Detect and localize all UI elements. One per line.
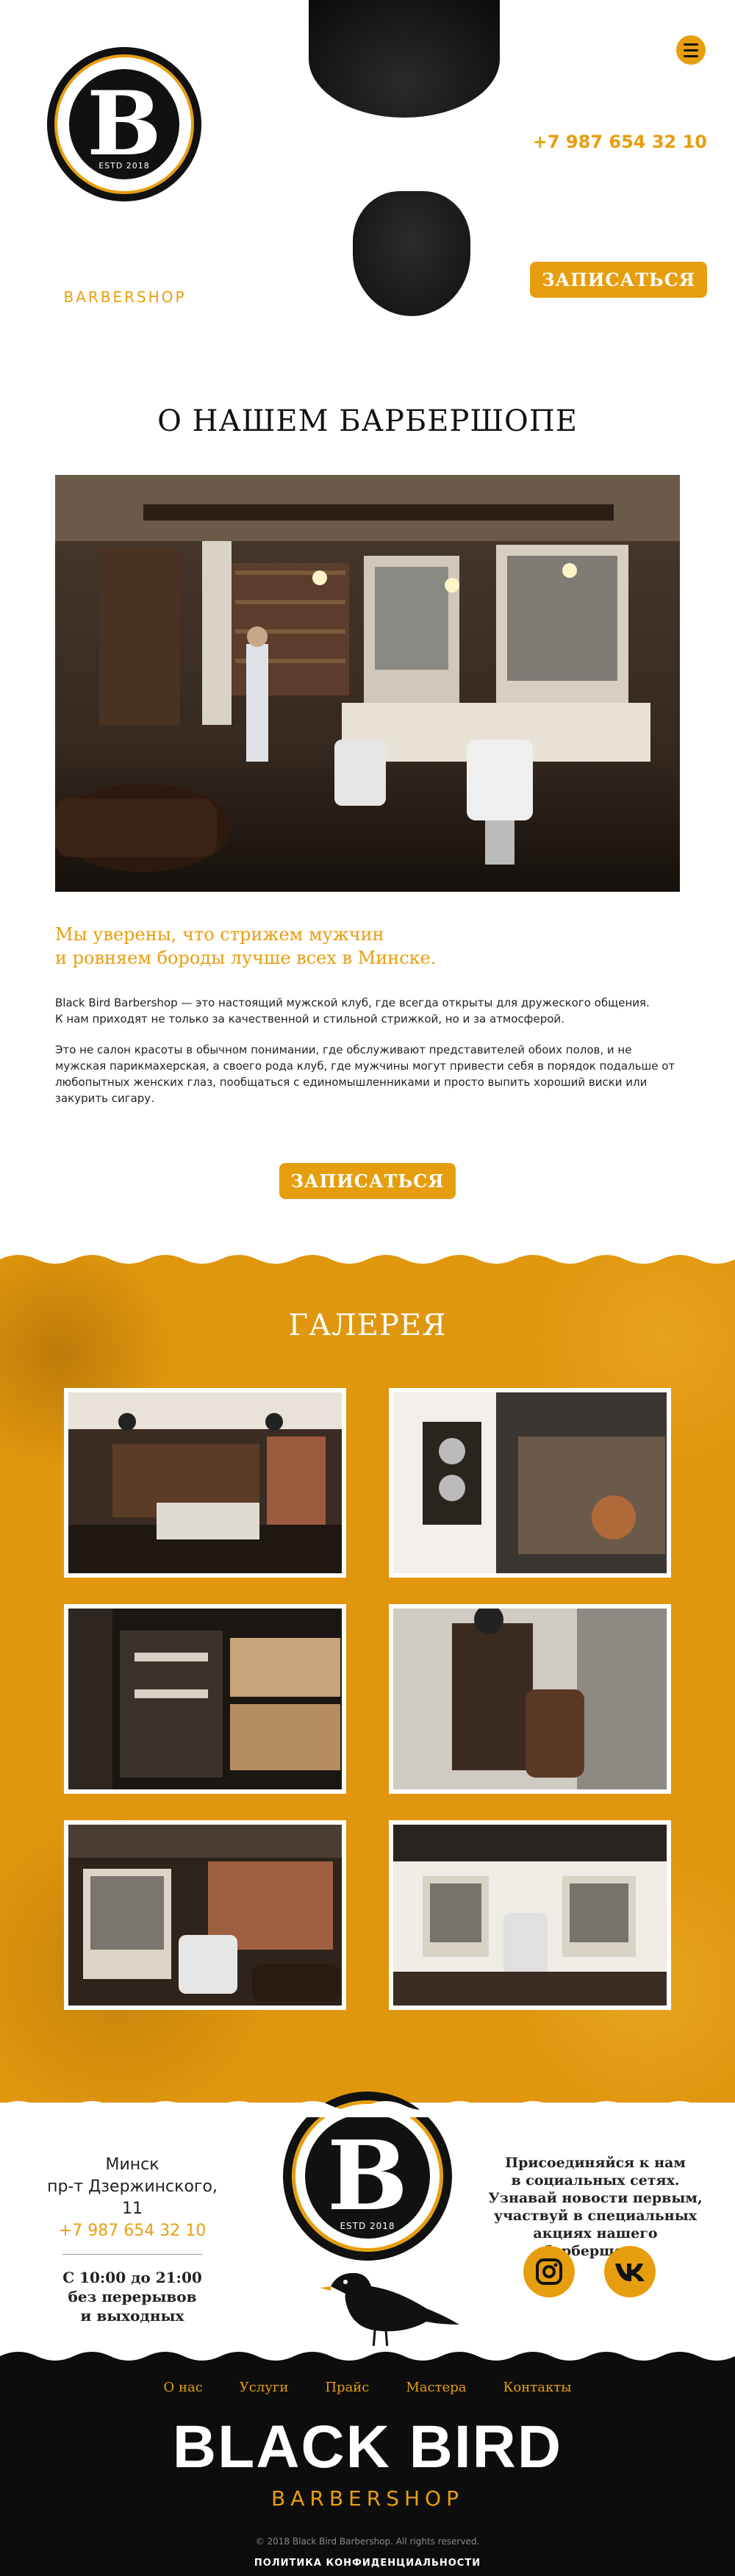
footer-logo-letter: B [327,2119,408,2232]
gallery-wave-bottom [0,2101,735,2117]
contact-divider [62,2254,202,2255]
about-book-button[interactable]: ЗАПИСАТЬСЯ [279,1163,456,1199]
gallery-photo-2-image [393,1392,667,1573]
footer-brand-title: BLACK BIRD [172,2414,563,2480]
hero-portrait-hair [309,0,500,118]
opening-hours-time: С 10:00 до 21:00 [62,2269,202,2286]
footer-nav-masters[interactable]: Мастера [406,2380,466,2395]
footer-logo-badge-inner: B ESTD 2018 [305,2114,430,2239]
social-invite-line-2: в социальных сетях. [511,2172,680,2189]
privacy-policy-link[interactable]: ПОЛИТИКА КОНФИДЕНЦИАЛЬНОСТИ [0,2558,735,2569]
footer-nav: О нас Услуги Прайс Мастера Контакты [0,2380,735,2395]
instagram-link[interactable] [523,2246,575,2297]
footer-nav-services[interactable]: Услуги [240,2380,289,2395]
about-lead: Мы уверены, что стрижем мужчин и ровняем… [55,923,680,970]
footer-nav-prices[interactable]: Прайс [325,2380,369,2395]
contact-phone-link[interactable]: +7 987 654 32 10 [44,2220,220,2242]
contact-city: Минск [105,2155,159,2174]
site-footer: О нас Услуги Прайс Мастера Контакты BLAC… [0,2346,735,2576]
opening-hours-note-2: и выходных [80,2307,184,2325]
gallery-photo-4[interactable] [389,1604,671,1794]
blackbird-icon [320,2272,459,2350]
hero-phone-link[interactable]: +7 987 654 32 10 [493,131,707,153]
contact-block: Минск пр-т Дзержинского, 11 +7 987 654 3… [44,2154,220,2325]
logo-estd: ESTD 2018 [98,161,150,171]
logo-title[interactable]: BLACK BIRD [37,198,213,293]
social-invite-line-1: Присоединяйся к нам [505,2155,686,2171]
gallery-photo-3-image [68,1609,342,1789]
about-text: Мы уверены, что стрижем мужчин и ровняем… [55,923,680,1121]
instagram-icon [536,2258,562,2285]
about-paragraph-1-line-1: Black Bird Barbershop — это настоящий му… [55,996,650,1009]
opening-hours-note-1: без перерывов [68,2288,197,2305]
gallery-photo-5[interactable] [64,1820,346,2010]
gallery-photo-1-image [68,1392,342,1573]
hero-wave-divider [0,343,735,360]
hamburger-icon-line [684,49,698,51]
menu-button[interactable] [676,35,706,65]
about-title: О НАШЕМ БАРБЕРШОПЕ [157,404,578,438]
about-paragraph-2: Это не салон красоты в обычном понимании… [55,1043,675,1105]
footer-nav-contacts[interactable]: Контакты [503,2380,571,2395]
gallery-photo-2[interactable] [389,1388,671,1578]
about-interior-photo [55,475,680,892]
gallery-photo-4-image [393,1609,667,1789]
logo-subtitle: BARBERSHOP [63,288,187,306]
social-links [523,2246,656,2297]
gallery-photo-5-image [68,1825,342,2006]
gallery-title: ГАЛЕРЕЯ [288,1309,447,1342]
hero-city: Минск [648,87,707,108]
about-paragraph-1: Black Bird Barbershop — это настоящий му… [55,995,680,1027]
footer-wave-top [0,2346,735,2361]
gallery-photo-6[interactable] [389,1820,671,2010]
logo-badge-inner: B ESTD 2018 [69,69,179,179]
hamburger-icon [684,43,698,46]
opening-hours: С 10:00 до 21:00 без перерывов и выходны… [44,2268,220,2325]
footer-logo-estd: ESTD 2018 [340,2221,395,2231]
vk-link[interactable] [604,2246,656,2297]
hero-address: пр-т Дзержинского, 11 [492,110,707,130]
about-lead-line-2: и ровняем бороды лучше всех в Минске. [55,948,437,968]
gallery-photo-1[interactable] [64,1388,346,1578]
logo-badge[interactable]: B ESTD 2018 [47,47,201,201]
gallery-photo-3[interactable] [64,1604,346,1794]
hero-portrait-beard [353,191,470,316]
contact-address: пр-т Дзержинского, 11 [47,2178,218,2218]
social-invite-text: Присоединяйся к нам в социальных сетях. … [485,2154,706,2260]
vk-icon [615,2264,645,2281]
gallery-photo-6-image [393,1825,667,2006]
gallery-grid [64,1388,671,2010]
social-invite-line-4: участвуй в специальных [493,2208,698,2224]
gallery-wave-top [0,1250,735,1264]
hero-contact: Минск пр-т Дзержинского, 11 +7 987 654 3… [493,87,707,153]
about-lead-line-1: Мы уверены, что стрижем мужчин [55,924,384,945]
copyright: © 2018 Black Bird Barbershop. All rights… [255,2536,480,2547]
social-invite-line-3: Узнавай новости первым, [488,2190,703,2206]
interior-illustration [55,475,680,892]
footer-brand-subtitle: BARBERSHOP [271,2486,464,2511]
gallery-section: ГАЛЕРЕЯ [0,1250,735,2117]
about-paragraph-1-line-2: К нам приходят не только за качественной… [55,1012,564,1026]
contact-info-section: Минск пр-т Дзержинского, 11 +7 987 654 3… [0,2092,735,2353]
footer-nav-about[interactable]: О нас [164,2380,203,2395]
hero-book-button[interactable]: ЗАПИСАТЬСЯ [530,262,707,298]
hamburger-icon-line [684,54,698,57]
logo-badge-letter: B [87,72,162,176]
